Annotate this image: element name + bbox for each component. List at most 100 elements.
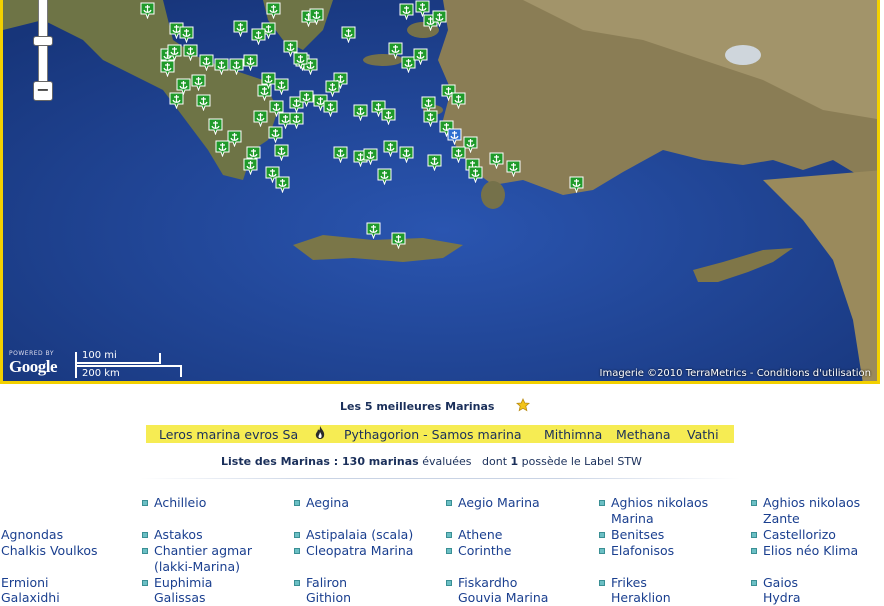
marina-link[interactable]: Aghios nikolaos	[611, 495, 708, 511]
marina-link[interactable]: Euphimia	[154, 575, 212, 591]
marina-link[interactable]: Cleopatra Marina	[306, 543, 413, 559]
marina-marker-anchor-icon[interactable]	[243, 54, 258, 71]
marina-marker-anchor-icon[interactable]	[341, 26, 356, 43]
powered-by-text: POWERED BY	[9, 350, 55, 357]
marina-marker-anchor-icon[interactable]	[381, 108, 396, 125]
marina-marker-anchor-icon[interactable]	[274, 78, 289, 95]
marina-marker-anchor-icon[interactable]	[353, 104, 368, 121]
best-marina-1[interactable]: Leros marina evros Sa	[159, 427, 298, 442]
marina-link[interactable]: Elios néo Klima	[763, 543, 858, 559]
marina-marker-anchor-icon[interactable]	[233, 20, 248, 37]
google-logo[interactable]: POWERED BY Google	[9, 350, 58, 376]
marina-link[interactable]: Chantier agmar	[154, 543, 252, 559]
marina-marker-anchor-icon[interactable]	[468, 166, 483, 183]
zoom-out-button[interactable]: −	[33, 81, 53, 101]
marina-marker-anchor-icon[interactable]	[275, 176, 290, 193]
marina-link[interactable]: Faliron	[306, 575, 347, 591]
marina-link[interactable]: Gouvia Marina	[458, 590, 548, 606]
marina-marker-anchor-icon[interactable]	[432, 10, 447, 27]
marina-marker-anchor-icon[interactable]	[423, 110, 438, 127]
marina-link[interactable]: Elafonisos	[611, 543, 674, 559]
marina-marker-anchor-icon[interactable]	[377, 168, 392, 185]
count-suffix: possède le Label STW	[518, 455, 642, 468]
marina-link[interactable]: Ermioni	[1, 575, 49, 591]
zoom-slider-track[interactable]	[38, 0, 48, 92]
marina-link[interactable]: Achilleio	[154, 495, 206, 511]
best-marina-4[interactable]: Methana	[616, 427, 671, 442]
best-marina-5[interactable]: Vathi	[687, 427, 719, 442]
marina-link[interactable]: Aghios nikolaos	[763, 495, 860, 511]
marina-link[interactable]: Galissas	[154, 590, 206, 606]
marina-marker-anchor-icon[interactable]	[268, 126, 283, 143]
list-bullet	[751, 532, 757, 538]
marina-link[interactable]: Heraklion	[611, 590, 671, 606]
marina-marker-anchor-icon[interactable]	[196, 94, 211, 111]
marina-marker-anchor-icon[interactable]	[214, 58, 229, 75]
marina-link[interactable]: Benitses	[611, 527, 664, 543]
marina-link-cont[interactable]: (lakki-Marina)	[154, 559, 240, 575]
map-attribution[interactable]: Imagerie ©2010 TerraMetrics - Conditions…	[600, 368, 871, 379]
marina-link[interactable]: Agnondas	[1, 527, 63, 543]
marina-marker-anchor-icon[interactable]	[169, 92, 184, 109]
marina-marker-anchor-icon[interactable]	[215, 140, 230, 157]
marina-link[interactable]: Aegio Marina	[458, 495, 540, 511]
marina-link[interactable]: Gaios	[763, 575, 798, 591]
marina-link[interactable]: Githion	[306, 590, 351, 606]
marina-marker-anchor-icon[interactable]	[191, 74, 206, 91]
marina-link-cont[interactable]: Zante	[763, 511, 800, 527]
map-view[interactable]: − POWERED BY Google 100 mi 200 km Imager…	[0, 0, 880, 384]
marina-link[interactable]: Corinthe	[458, 543, 511, 559]
marina-marker-anchor-icon[interactable]	[447, 128, 462, 145]
zoom-control[interactable]: −	[33, 0, 53, 104]
marina-link[interactable]: Astakos	[154, 527, 203, 543]
marina-marker-anchor-icon[interactable]	[413, 48, 428, 65]
marina-marker-anchor-icon[interactable]	[323, 100, 338, 117]
marina-marker-anchor-icon[interactable]	[399, 146, 414, 163]
marina-link[interactable]: Hydra	[763, 590, 801, 606]
marina-link[interactable]: Astipalaia (scala)	[306, 527, 413, 543]
marina-marker-anchor-icon[interactable]	[160, 60, 175, 77]
list-bullet	[751, 500, 757, 506]
zoom-slider-thumb[interactable]	[33, 36, 53, 46]
marina-count-line: Liste des Marinas : 130 marinas évaluées…	[221, 455, 642, 468]
marina-marker-anchor-icon[interactable]	[266, 2, 281, 19]
marina-marker-anchor-icon[interactable]	[506, 160, 521, 177]
marina-marker-anchor-icon[interactable]	[179, 26, 194, 43]
marina-marker-anchor-icon[interactable]	[489, 152, 504, 169]
best-marina-3[interactable]: Mithimna	[544, 427, 602, 442]
marina-marker-anchor-icon[interactable]	[309, 8, 324, 25]
marina-link[interactable]: Fiskardho	[458, 575, 517, 591]
marina-marker-anchor-icon[interactable]	[363, 148, 378, 165]
marina-marker-anchor-icon[interactable]	[333, 146, 348, 163]
marina-marker-anchor-icon[interactable]	[199, 54, 214, 71]
marina-link-cont[interactable]: Marina	[611, 511, 654, 527]
marina-marker-anchor-icon[interactable]	[251, 28, 266, 45]
marina-marker-anchor-icon[interactable]	[391, 232, 406, 249]
marina-marker-anchor-icon[interactable]	[366, 222, 381, 239]
marina-marker-anchor-icon[interactable]	[569, 176, 584, 193]
marina-link[interactable]: Frikes	[611, 575, 647, 591]
marina-marker-anchor-icon[interactable]	[427, 154, 442, 171]
marina-link[interactable]: Galaxidhi	[1, 590, 60, 606]
marina-link[interactable]: Athene	[458, 527, 502, 543]
marina-link[interactable]: Castellorizo	[763, 527, 836, 543]
marina-marker-anchor-icon[interactable]	[208, 118, 223, 135]
marina-marker-anchor-icon[interactable]	[325, 80, 340, 97]
marina-link[interactable]: Aegina	[306, 495, 349, 511]
marina-marker-anchor-icon[interactable]	[399, 3, 414, 20]
marina-marker-anchor-icon[interactable]	[253, 110, 268, 127]
marina-marker-anchor-icon[interactable]	[299, 90, 314, 107]
marina-marker-anchor-icon[interactable]	[451, 146, 466, 163]
marina-marker-anchor-icon[interactable]	[293, 52, 308, 69]
marina-marker-anchor-icon[interactable]	[451, 92, 466, 109]
marina-marker-anchor-icon[interactable]	[383, 140, 398, 157]
marina-link[interactable]: Chalkis Voulkos	[1, 543, 98, 559]
marina-marker-anchor-icon[interactable]	[183, 44, 198, 61]
marina-marker-anchor-icon[interactable]	[140, 2, 155, 19]
marina-marker-anchor-icon[interactable]	[229, 58, 244, 75]
marina-marker-anchor-icon[interactable]	[243, 158, 258, 175]
best-marina-2[interactable]: Pythagorion - Samos marina	[344, 427, 522, 442]
marina-marker-anchor-icon[interactable]	[289, 112, 304, 129]
marina-marker-anchor-icon[interactable]	[274, 144, 289, 161]
marina-marker-anchor-icon[interactable]	[167, 44, 182, 61]
